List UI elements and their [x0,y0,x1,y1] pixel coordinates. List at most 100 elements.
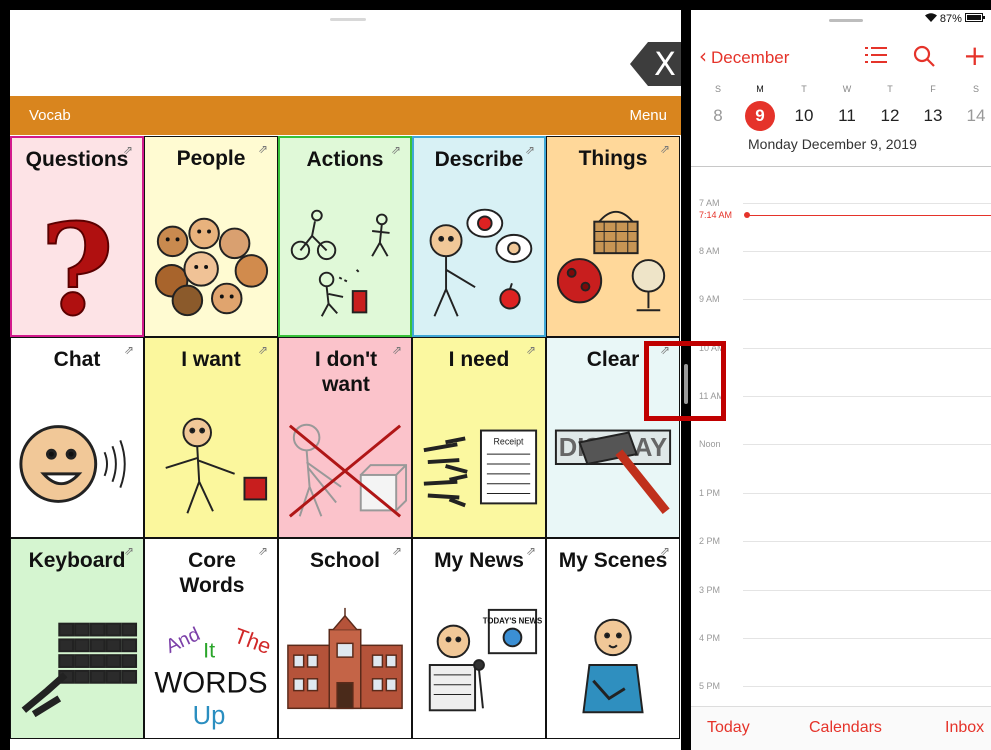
cell-my-scenes[interactable]: My Scenes ⇗ [546,538,680,739]
cell-label: Core Words [179,549,245,597]
cell-things[interactable]: Things ⇗ [546,136,680,337]
link-icon: ⇗ [392,544,403,558]
hour-row: 9 AM [691,293,991,305]
cell-actions[interactable]: Actions ⇗ [278,136,412,337]
chevron-left-icon: ‹ [699,44,707,68]
cell-i-need[interactable]: I need ⇗ Receipt [412,337,546,538]
svg-text:?: ? [40,200,114,325]
svg-text:Up: Up [193,702,226,730]
question-mark-icon: ? [15,200,139,325]
selected-date: Monday December 9, 2019 [748,136,917,152]
window-grabber[interactable] [829,19,863,22]
vocab-button[interactable]: Vocab [29,107,71,124]
cell-people[interactable]: People ⇗ [144,136,278,337]
day-friday[interactable]: F 13 [918,82,948,131]
cell-i-dont-want[interactable]: I don't want ⇗ [278,337,412,538]
hour-row: 10 AM [691,342,991,354]
wifi-icon [924,13,940,25]
wanting-figure-icon [148,402,274,527]
link-icon: ⇗ [258,544,269,558]
close-button[interactable]: X [630,42,681,86]
svg-text:TODAY'S NEWS: TODAY'S NEWS [483,617,542,626]
person-icon [550,603,676,728]
close-x-label: X [654,45,676,83]
school-building-icon [282,603,408,728]
svg-text:Receipt: Receipt [494,436,525,446]
receipt-hands-icon: Receipt [416,402,542,527]
vocab-app: X Vocab Menu Questions ⇗ ? People ⇗ Acti… [10,10,681,750]
things-objects-icon [550,201,676,326]
keyboard-hand-icon [14,603,140,728]
cell-i-want[interactable]: I want ⇗ [144,337,278,538]
actions-figures-icon [283,200,407,325]
hour-row: 4 PM [691,632,991,644]
vocab-grid: Questions ⇗ ? People ⇗ Actions ⇗ Describ… [10,136,681,739]
menu-button[interactable]: Menu [629,107,667,124]
link-icon: ⇗ [392,343,403,357]
link-icon: ⇗ [124,343,135,357]
link-icon: ⇗ [391,143,402,157]
current-time-indicator: 7:14 AM [699,209,991,221]
inbox-button[interactable]: Inbox [945,719,984,737]
hour-row: 3 PM [691,584,991,596]
hour-row: 8 AM [691,245,991,257]
current-time-line [749,215,991,216]
cell-chat[interactable]: Chat ⇗ [10,337,144,538]
cell-describe[interactable]: Describe ⇗ [412,136,546,337]
day-monday-today[interactable]: M9 [745,82,775,131]
svg-text:And: And [162,623,203,658]
bottom-strip [10,739,681,750]
cell-keyboard[interactable]: Keyboard ⇗ [10,538,144,739]
cell-questions[interactable]: Questions ⇗ ? [10,136,144,337]
refusing-figure-icon [282,417,408,527]
day-tuesday[interactable]: T 10 [789,82,819,131]
hour-row: 11 AM [691,390,991,402]
hour-row: 2 PM [691,535,991,547]
calendar-app: 87% ‹ December + S8 M9 T 10 W 11 T 12 F 13 S1… [691,10,991,750]
link-icon: ⇗ [525,143,536,157]
window-grabber[interactable] [330,18,366,21]
cell-label: I don't want [314,348,378,396]
svg-text:WORDS: WORDS [154,667,267,700]
day-sunday[interactable]: S8 [703,82,733,131]
svg-text:It: It [203,637,215,662]
cell-my-news[interactable]: My News ⇗ TODAY'S NEWS [412,538,546,739]
status-bar: 87% [924,13,985,25]
back-to-month-button[interactable]: ‹ December [699,44,789,68]
current-time-label: 7:14 AM [699,210,733,220]
day-wednesday[interactable]: W 11 [832,82,862,131]
link-icon: ⇗ [258,142,269,156]
link-icon: ⇗ [660,142,671,156]
news-reporter-icon: TODAY'S NEWS [416,603,542,728]
hour-row: 5 PM [691,680,991,692]
highlight-box [644,341,726,421]
day-thursday[interactable]: T 12 [875,82,905,131]
link-icon: ⇗ [526,544,537,558]
link-icon: ⇗ [124,544,135,558]
cell-school[interactable]: School ⇗ [278,538,412,739]
battery-icon [965,13,985,25]
hour-row: 1 PM [691,487,991,499]
link-icon: ⇗ [123,143,134,157]
hour-row: Noon [691,438,991,450]
link-icon: ⇗ [660,544,671,558]
describe-figure-icon [417,200,541,325]
people-faces-icon [148,201,274,326]
cell-core-words[interactable]: Core Words ⇗ And It The WORDS Up [144,538,278,739]
vocab-toolbar: Vocab Menu [10,96,681,135]
calendar-tab-bar: Today Calendars Inbox [691,706,991,750]
day-saturday[interactable]: S 14 [961,82,991,131]
search-icon[interactable] [913,45,935,72]
link-icon: ⇗ [526,343,537,357]
back-label: December [711,48,790,67]
core-words-picture: And It The WORDS Up [148,619,274,734]
hour-row: 7 AM [691,197,991,209]
link-icon: ⇗ [258,343,269,357]
today-button[interactable]: Today [707,719,750,737]
svg-text:The: The [231,623,274,659]
talking-face-icon [14,402,140,527]
add-event-button[interactable]: + [963,39,986,72]
battery-percent: 87% [939,13,962,25]
calendars-button[interactable]: Calendars [809,719,882,737]
list-view-icon[interactable] [865,46,887,69]
